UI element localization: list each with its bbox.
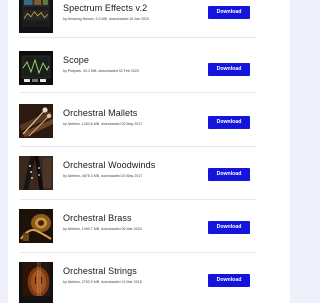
pack-title: Orchestral Mallets: [63, 108, 138, 118]
pack-meta: by Amazing Noises, 9.3 MB, downloaded 16…: [63, 17, 150, 21]
pack-meta: by Plotpark, 33.1 MB, downloaded 02 Feb …: [63, 69, 139, 73]
download-button[interactable]: Download: [208, 63, 250, 76]
packs-list-panel: Spectrum Effects v.2 by Amazing Noises, …: [8, 0, 290, 303]
pack-title: Scope: [63, 55, 90, 65]
pack-meta: by Ableton, 1490.7 MB, downloaded 06 Mar…: [63, 227, 142, 231]
brass-thumbnail-icon: [19, 209, 53, 243]
pack-meta: by Ableton, 4675.3 MB, downloaded 20 May…: [63, 174, 143, 178]
scope-thumbnail-icon: [19, 51, 53, 85]
divider: [20, 252, 256, 253]
list-item: Orchestral Brass by Ableton, 1490.7 MB, …: [8, 209, 290, 262]
download-button[interactable]: Download: [208, 274, 250, 287]
download-button[interactable]: Download: [208, 168, 250, 181]
pack-meta: by Ableton, 1283.6 MB, downloaded 20 May…: [63, 122, 143, 126]
list-item: Orchestral Woodwinds by Ableton, 4675.3 …: [8, 156, 290, 209]
divider: [20, 37, 256, 38]
mallets-thumbnail-icon: [19, 104, 53, 138]
list-item: Orchestral Mallets by Ableton, 1283.6 MB…: [8, 104, 290, 157]
divider: [20, 92, 256, 93]
list-item: Spectrum Effects v.2 by Amazing Noises, …: [8, 0, 290, 52]
pack-title: Orchestral Woodwinds: [63, 160, 156, 170]
divider: [20, 146, 256, 147]
pack-title: Orchestral Brass: [63, 213, 132, 223]
pack-meta: by Ableton, 2793.9 MB, downloaded 14 Mar…: [63, 280, 142, 284]
list-item: Scope by Plotpark, 33.1 MB, downloaded 0…: [8, 51, 290, 104]
list-item: Orchestral Strings by Ableton, 2793.9 MB…: [8, 262, 290, 303]
download-button[interactable]: Download: [208, 6, 250, 19]
pack-title: Spectrum Effects v.2: [63, 3, 148, 13]
strings-thumbnail-icon: [19, 262, 53, 303]
spectrum-effects-thumbnail-icon: [19, 0, 53, 33]
divider: [20, 199, 256, 200]
pack-title: Orchestral Strings: [63, 266, 137, 276]
download-button[interactable]: Download: [208, 116, 250, 129]
woodwinds-thumbnail-icon: [19, 156, 53, 190]
download-button[interactable]: Download: [208, 221, 250, 234]
